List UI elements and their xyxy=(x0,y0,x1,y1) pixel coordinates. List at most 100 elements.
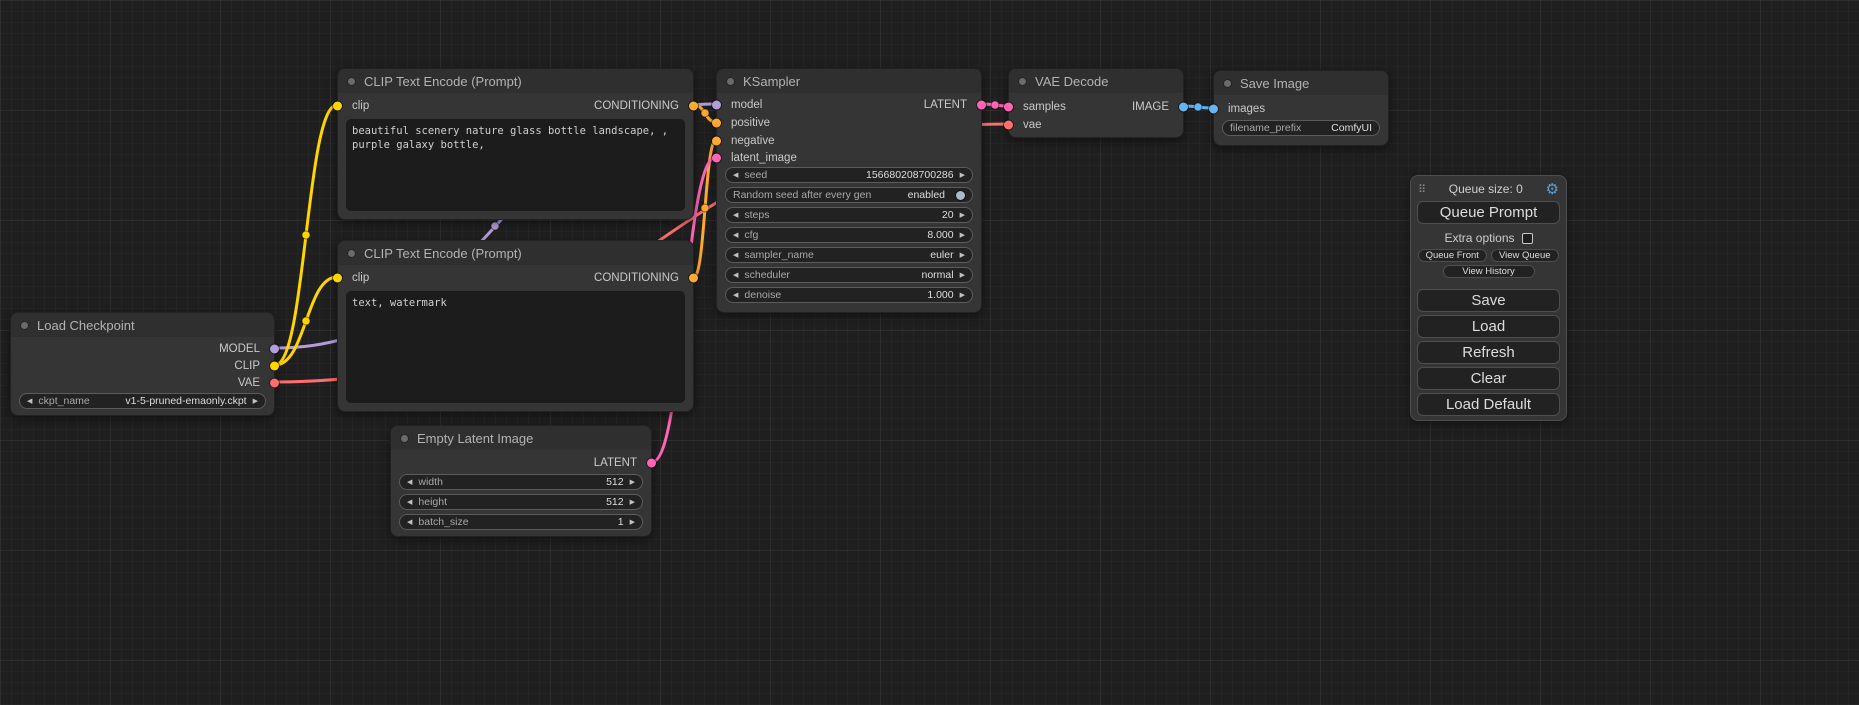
slot-label: LATENT xyxy=(594,457,637,469)
output-dot-clip[interactable] xyxy=(270,362,279,371)
output-dot-conditioning[interactable] xyxy=(689,274,698,283)
refresh-button[interactable]: Refresh xyxy=(1417,341,1560,364)
link-midpoint-dot[interactable] xyxy=(491,222,499,230)
queue-prompt-button[interactable]: Queue Prompt xyxy=(1417,201,1560,224)
node-title-bar[interactable]: KSampler xyxy=(717,69,981,93)
link-midpoint-dot[interactable] xyxy=(701,109,709,117)
next-arrow-icon[interactable]: ▶ xyxy=(630,479,635,486)
node-ksampler[interactable]: KSampler model LATENT positive negative … xyxy=(716,68,982,313)
input-slot-positive: positive xyxy=(717,115,981,131)
next-arrow-icon[interactable]: ▶ xyxy=(960,232,965,239)
next-arrow-icon[interactable]: ▶ xyxy=(960,212,965,219)
prompt-textarea[interactable]: text, watermark xyxy=(346,291,685,403)
node-title-bar[interactable]: Empty Latent Image xyxy=(391,426,651,450)
prompt-textarea[interactable]: beautiful scenery nature glass bottle la… xyxy=(346,119,685,211)
slot-label: CONDITIONING xyxy=(594,272,679,284)
widget-seed[interactable]: ◀ seed 156680208700286 ▶ xyxy=(725,167,973,183)
node-save-image[interactable]: Save Image images filename_prefix ComfyU… xyxy=(1213,70,1389,146)
collapse-dot-icon[interactable] xyxy=(400,434,409,443)
gear-icon[interactable]: ⚙ xyxy=(1546,182,1559,197)
prev-arrow-icon[interactable]: ◀ xyxy=(733,292,738,299)
output-slot-model: MODEL xyxy=(11,341,274,357)
prev-arrow-icon[interactable]: ◀ xyxy=(733,272,738,279)
output-dot-model[interactable] xyxy=(270,345,279,354)
node-title-bar[interactable]: Save Image xyxy=(1214,71,1388,95)
widget-denoise[interactable]: ◀ denoise 1.000 ▶ xyxy=(725,287,973,303)
input-dot-clip[interactable] xyxy=(333,102,342,111)
next-arrow-icon[interactable]: ▶ xyxy=(960,292,965,299)
output-dot-vae[interactable] xyxy=(270,379,279,388)
next-arrow-icon[interactable]: ▶ xyxy=(630,519,635,526)
widget-label: batch_size xyxy=(418,516,468,528)
widget-sampler-name[interactable]: ◀ sampler_name euler ▶ xyxy=(725,247,973,263)
prev-arrow-icon[interactable]: ◀ xyxy=(407,499,412,506)
output-dot-image[interactable] xyxy=(1179,103,1188,112)
prev-arrow-icon[interactable]: ◀ xyxy=(733,172,738,179)
extra-options-checkbox[interactable] xyxy=(1522,233,1533,244)
view-queue-button[interactable]: View Queue xyxy=(1491,249,1560,262)
input-dot-negative[interactable] xyxy=(712,137,721,146)
input-dot-latent-image[interactable] xyxy=(712,154,721,163)
prev-arrow-icon[interactable]: ◀ xyxy=(27,398,32,405)
toggle-on-icon[interactable] xyxy=(956,191,965,200)
next-arrow-icon[interactable]: ▶ xyxy=(253,398,258,405)
output-dot-latent[interactable] xyxy=(647,459,656,468)
widget-height[interactable]: ◀ height 512 ▶ xyxy=(399,494,643,510)
input-dot-clip[interactable] xyxy=(333,274,342,283)
link-midpoint-dot[interactable] xyxy=(302,231,310,239)
collapse-dot-icon[interactable] xyxy=(347,249,356,258)
collapse-dot-icon[interactable] xyxy=(347,77,356,86)
node-title-bar[interactable]: CLIP Text Encode (Prompt) xyxy=(338,69,693,93)
input-dot-vae[interactable] xyxy=(1004,121,1013,130)
node-empty-latent-image[interactable]: Empty Latent Image LATENT ◀ width 512 ▶ … xyxy=(390,425,652,537)
node-title-bar[interactable]: VAE Decode xyxy=(1009,69,1183,93)
widget-random-seed-toggle[interactable]: Random seed after every gen enabled xyxy=(725,187,973,203)
prev-arrow-icon[interactable]: ◀ xyxy=(407,479,412,486)
next-arrow-icon[interactable]: ▶ xyxy=(960,272,965,279)
input-dot-images[interactable] xyxy=(1209,105,1218,114)
widget-ckpt-name[interactable]: ◀ ckpt_name v1-5-pruned-emaonly.ckpt ▶ xyxy=(19,393,266,409)
node-title-bar[interactable]: CLIP Text Encode (Prompt) xyxy=(338,241,693,265)
prev-arrow-icon[interactable]: ◀ xyxy=(733,212,738,219)
next-arrow-icon[interactable]: ▶ xyxy=(960,252,965,259)
node-load-checkpoint[interactable]: Load Checkpoint MODEL CLIP VAE ◀ ckpt_na… xyxy=(10,312,275,416)
widget-cfg[interactable]: ◀ cfg 8.000 ▶ xyxy=(725,227,973,243)
node-clip-text-encode-negative[interactable]: CLIP Text Encode (Prompt) clip CONDITION… xyxy=(337,240,694,412)
node-vae-decode[interactable]: VAE Decode samples IMAGE vae xyxy=(1008,68,1184,138)
collapse-dot-icon[interactable] xyxy=(20,321,29,330)
node-title: KSampler xyxy=(743,74,800,89)
node-title-bar[interactable]: Load Checkpoint xyxy=(11,313,274,337)
output-dot-conditioning[interactable] xyxy=(689,102,698,111)
widget-scheduler[interactable]: ◀ scheduler normal ▶ xyxy=(725,267,973,283)
view-history-button[interactable]: View History xyxy=(1443,265,1535,278)
next-arrow-icon[interactable]: ▶ xyxy=(960,172,965,179)
widget-filename-prefix[interactable]: filename_prefix ComfyUI xyxy=(1222,120,1380,136)
widget-batch-size[interactable]: ◀ batch_size 1 ▶ xyxy=(399,514,643,530)
link-midpoint-dot[interactable] xyxy=(701,204,709,212)
link-midpoint-dot[interactable] xyxy=(991,101,999,109)
prev-arrow-icon[interactable]: ◀ xyxy=(407,519,412,526)
input-dot-samples[interactable] xyxy=(1004,103,1013,112)
save-button[interactable]: Save xyxy=(1417,289,1560,312)
collapse-dot-icon[interactable] xyxy=(1223,79,1232,88)
input-dot-model[interactable] xyxy=(712,101,721,110)
clear-button[interactable]: Clear xyxy=(1417,367,1560,390)
prev-arrow-icon[interactable]: ◀ xyxy=(733,252,738,259)
next-arrow-icon[interactable]: ▶ xyxy=(630,499,635,506)
widget-label: scheduler xyxy=(744,269,790,281)
graph-canvas[interactable]: Load Checkpoint MODEL CLIP VAE ◀ ckpt_na… xyxy=(0,0,1859,705)
link-midpoint-dot[interactable] xyxy=(302,317,310,325)
widget-steps[interactable]: ◀ steps 20 ▶ xyxy=(725,207,973,223)
queue-front-button[interactable]: Queue Front xyxy=(1418,249,1487,262)
node-clip-text-encode-positive[interactable]: CLIP Text Encode (Prompt) clip CONDITION… xyxy=(337,68,694,220)
prev-arrow-icon[interactable]: ◀ xyxy=(733,232,738,239)
input-dot-positive[interactable] xyxy=(712,119,721,128)
collapse-dot-icon[interactable] xyxy=(1018,77,1027,86)
load-default-button[interactable]: Load Default xyxy=(1417,393,1560,416)
collapse-dot-icon[interactable] xyxy=(726,77,735,86)
link-midpoint-dot[interactable] xyxy=(1194,103,1202,111)
load-button[interactable]: Load xyxy=(1417,315,1560,338)
output-dot-latent[interactable] xyxy=(977,101,986,110)
drag-handle-icon[interactable]: ⠿ xyxy=(1418,183,1426,196)
widget-width[interactable]: ◀ width 512 ▶ xyxy=(399,474,643,490)
